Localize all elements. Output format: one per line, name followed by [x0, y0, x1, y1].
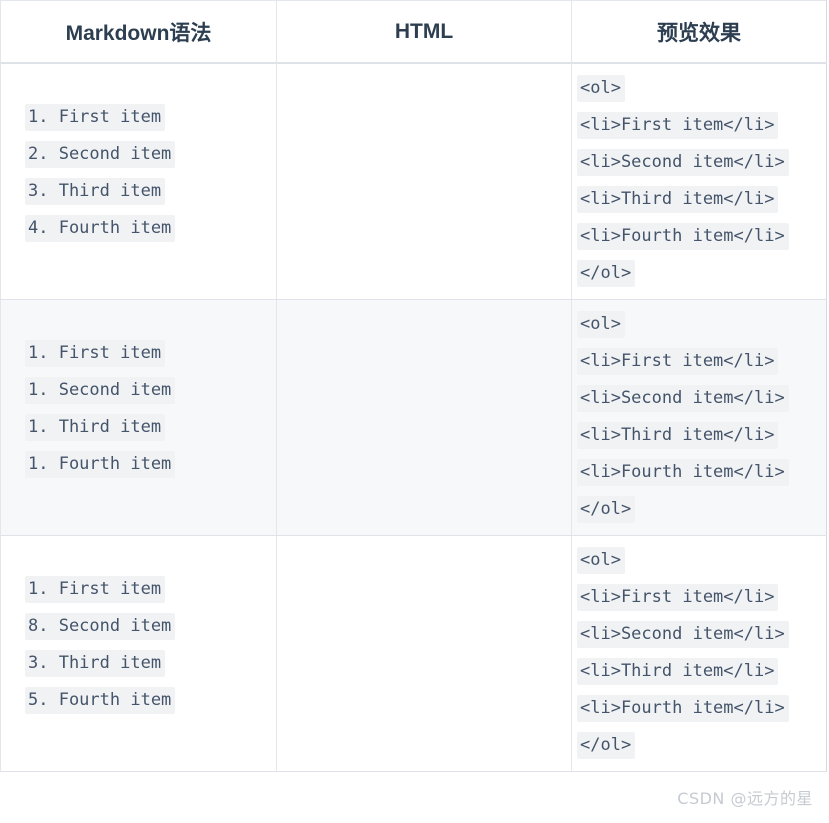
code-text: <li>First item</li> — [577, 584, 779, 611]
code-text: 1. First item — [25, 104, 166, 131]
html-markup-cell: <ol> <li>First item</li> <li>Second item… — [276, 299, 789, 536]
markdown-syntax-cell: 1. First item 2. Second item 3. Third it… — [0, 63, 277, 300]
table-row: 1. First item 2. Second item 3. Third it… — [0, 63, 827, 300]
code-text: 1. First item — [25, 576, 166, 603]
code-text: 8. Second item — [25, 613, 176, 640]
code-text: 2. Second item — [25, 141, 176, 168]
code-text: <li>Third item</li> — [577, 422, 779, 449]
code-line: 8. Second item — [25, 613, 276, 640]
code-text: <li>First item</li> — [577, 348, 779, 375]
code-text: </ol> — [577, 260, 636, 287]
code-line: 2. Second item — [25, 141, 276, 168]
code-text: <ol> — [577, 75, 625, 102]
code-line: 1. Second item — [25, 377, 276, 404]
code-text: 3. Third item — [25, 650, 166, 677]
code-line: 1. Third item — [25, 414, 276, 441]
code-text: <li>Fourth item</li> — [577, 223, 789, 250]
code-text: <li>Second item</li> — [577, 385, 789, 412]
column-header-html: HTML — [276, 0, 572, 64]
code-text: 5. Fourth item — [25, 687, 176, 714]
code-text: 3. Third item — [25, 178, 166, 205]
csdn-watermark: CSDN @远方的星 — [677, 789, 813, 808]
markdown-ordered-list-reference-table: Markdown语法 HTML 预览效果 1. First item 2. Se… — [0, 0, 827, 772]
table-row: 1. First item 1. Second item 1. Third it… — [0, 299, 827, 536]
code-line: 3. Third item — [25, 650, 276, 677]
code-text: 4. Fourth item — [25, 215, 176, 242]
html-markup-cell: <ol> <li>First item</li> <li>Second item… — [276, 63, 789, 300]
table-header: Markdown语法 HTML 预览效果 — [0, 0, 827, 64]
markdown-syntax-cell: 1. First item 8. Second item 3. Third it… — [0, 535, 277, 772]
code-line: 1. First item — [25, 340, 276, 367]
code-text: <li>Second item</li> — [577, 149, 789, 176]
code-text: <li>Second item</li> — [577, 621, 789, 648]
column-header-preview: 预览效果 — [571, 0, 827, 64]
code-text: <ol> — [577, 311, 625, 338]
code-text: 1. Fourth item — [25, 451, 176, 478]
code-text: <li>Third item</li> — [577, 658, 779, 685]
code-text: 1. Second item — [25, 377, 176, 404]
code-text: 1. First item — [25, 340, 166, 367]
code-text: <ol> — [577, 547, 625, 574]
code-text: </ol> — [577, 732, 636, 759]
code-line: 3. Third item — [25, 178, 276, 205]
html-markup-cell: <ol> <li>First item</li> <li>Second item… — [276, 535, 789, 772]
code-text: <li>Third item</li> — [577, 186, 779, 213]
code-text: <li>Fourth item</li> — [577, 459, 789, 486]
table-body: 1. First item 2. Second item 3. Third it… — [0, 63, 827, 772]
markdown-syntax-cell: 1. First item 1. Second item 1. Third it… — [0, 299, 277, 536]
column-header-markdown-syntax: Markdown语法 — [0, 0, 277, 64]
code-text: <li>First item</li> — [577, 112, 779, 139]
table-header-row: Markdown语法 HTML 预览效果 — [0, 0, 827, 64]
code-text: </ol> — [577, 496, 636, 523]
code-text: 1. Third item — [25, 414, 166, 441]
table-row: 1. First item 8. Second item 3. Third it… — [0, 535, 827, 772]
code-text: <li>Fourth item</li> — [577, 695, 789, 722]
code-line: 1. Fourth item — [25, 451, 276, 478]
code-line: 4. Fourth item — [25, 215, 276, 242]
code-line: 1. First item — [25, 104, 276, 131]
code-line: 1. First item — [25, 576, 276, 603]
code-line: 5. Fourth item — [25, 687, 276, 714]
